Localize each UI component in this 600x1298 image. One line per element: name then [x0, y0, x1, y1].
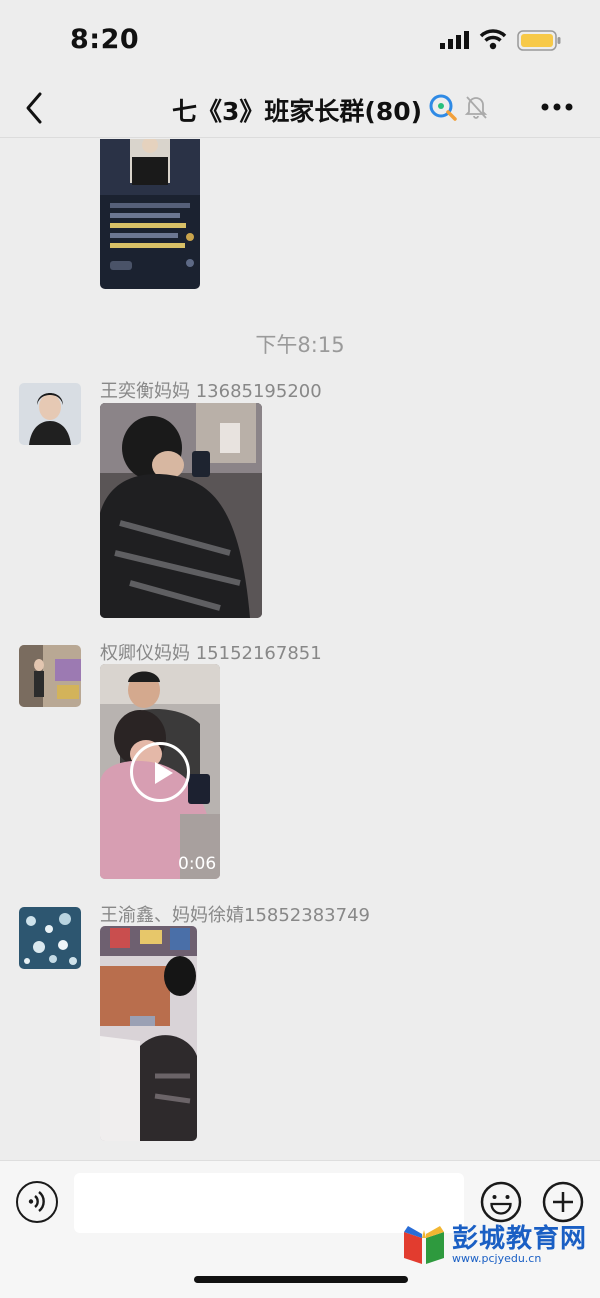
wifi-icon: [479, 29, 507, 50]
previous-image-message[interactable]: [100, 139, 200, 289]
qq-icon: [429, 94, 457, 121]
book-logo-icon: [404, 1226, 444, 1264]
add-icon[interactable]: [542, 1181, 584, 1223]
avatar[interactable]: [19, 907, 81, 969]
battery-icon: [517, 30, 561, 51]
status-bar: 8:20: [0, 0, 600, 80]
sender-name: 权卿仪妈妈 15152167851: [100, 643, 322, 664]
voice-button[interactable]: [16, 1181, 58, 1223]
video-duration: 0:06: [178, 854, 217, 874]
photo-image: [100, 403, 262, 618]
status-time: 8:20: [70, 24, 140, 55]
sender-name: 王渝鑫、妈妈徐婧15852383749: [100, 905, 370, 926]
mute-icon: [464, 96, 488, 119]
play-icon[interactable]: [130, 742, 190, 802]
screenshot-image: [100, 139, 200, 270]
image-message[interactable]: [100, 403, 262, 618]
watermark-logo: 彭城教育网 www.pcjyedu.cn: [400, 1218, 590, 1270]
back-icon[interactable]: [22, 90, 46, 126]
avatar[interactable]: [19, 645, 81, 707]
message-list[interactable]: 下午8:15 王奕衡妈妈 13685195200 权卿仪妈妈 151521678…: [0, 139, 600, 1159]
timestamp: 下午8:15: [255, 333, 345, 357]
more-icon[interactable]: [540, 102, 574, 112]
emoji-icon[interactable]: [480, 1181, 522, 1223]
signal-icon: [440, 31, 469, 49]
image-message[interactable]: [100, 926, 197, 1141]
home-indicator: [194, 1276, 408, 1283]
watermark-title: 彭城教育网: [452, 1224, 588, 1254]
avatar[interactable]: [19, 383, 81, 445]
voice-icon: [28, 1191, 45, 1212]
chat-title[interactable]: 七《3》班家长群(80): [172, 92, 422, 128]
sender-name: 王奕衡妈妈 13685195200: [100, 381, 322, 402]
nav-bar: 七《3》班家长群(80): [0, 80, 600, 138]
watermark-url: www.pcjyedu.cn: [452, 1252, 542, 1265]
photo-image: [100, 926, 197, 1141]
video-message[interactable]: 0:06: [100, 664, 220, 879]
